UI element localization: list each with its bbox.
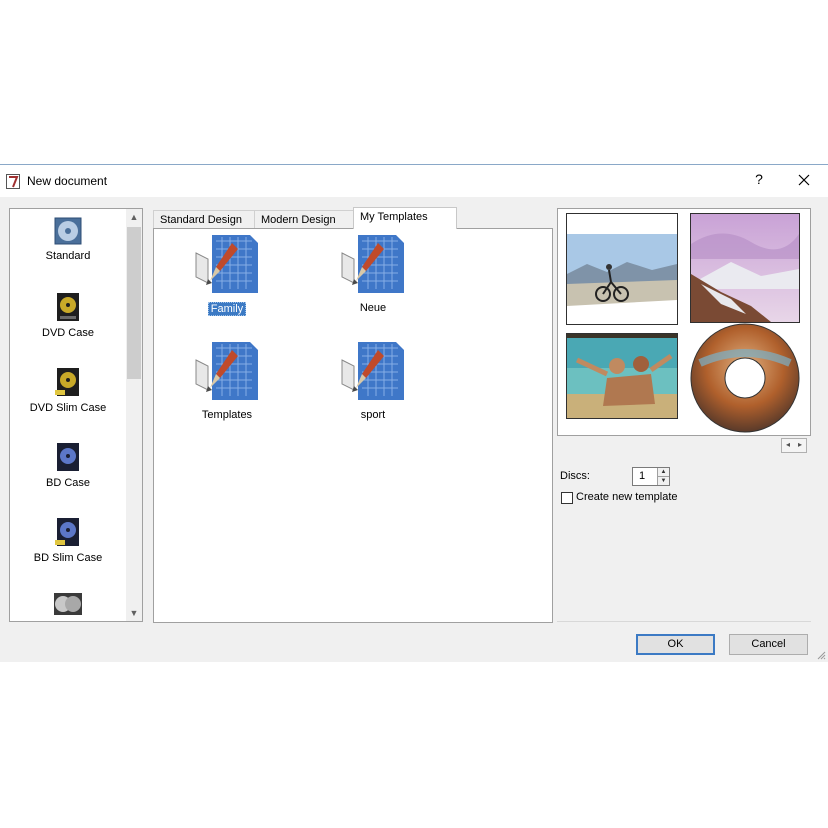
preview-thumb-mountain <box>690 213 800 323</box>
scroll-right-icon[interactable]: ▸ <box>794 440 806 449</box>
scroll-down-icon[interactable]: ▼ <box>126 605 142 621</box>
template-item-family[interactable]: Family <box>167 231 287 316</box>
type-label: BD Slim Case <box>33 552 103 564</box>
type-item-bd-slim-case[interactable]: BD Slim Case <box>10 517 126 564</box>
template-item-neue[interactable]: Neue <box>313 231 433 314</box>
cancel-button[interactable]: Cancel <box>729 634 808 655</box>
standard-disc-icon <box>54 217 82 245</box>
type-item-dvd-case[interactable]: DVD Case <box>10 292 126 339</box>
template-item-sport[interactable]: sport <box>313 338 433 421</box>
template-label: sport <box>360 409 386 421</box>
template-label: Templates <box>201 409 253 421</box>
type-item-standard[interactable]: Standard <box>10 217 126 262</box>
dvd-slim-case-icon <box>55 368 79 396</box>
scroll-left-icon[interactable]: ◂ <box>782 440 794 449</box>
preview-thumb-cyclist <box>566 213 678 325</box>
create-template-checkbox[interactable] <box>561 492 573 504</box>
spin-down-icon[interactable]: ▼ <box>657 477 669 485</box>
create-template-label: Create new template <box>576 491 678 503</box>
spin-up-icon[interactable]: ▲ <box>657 468 669 477</box>
template-icon <box>195 235 258 293</box>
resize-grip-icon[interactable] <box>816 650 826 660</box>
beach-image <box>567 334 677 418</box>
type-label: DVD Slim Case <box>29 402 107 414</box>
new-document-dialog: New document ? Standard DVD Case DVD Sli… <box>0 164 828 662</box>
scroll-up-icon[interactable]: ▲ <box>126 209 142 225</box>
help-button[interactable]: ? <box>752 171 766 187</box>
preview-scroll[interactable]: ◂ ▸ <box>781 438 807 453</box>
type-item-dvd-slim-case[interactable]: DVD Slim Case <box>10 367 126 414</box>
divider <box>557 621 811 622</box>
cyclist-image <box>567 214 677 324</box>
discs-value[interactable]: 1 <box>639 470 645 482</box>
document-type-list[interactable]: Standard DVD Case DVD Slim Case BD Case … <box>9 208 143 622</box>
bd-case-icon <box>57 443 79 471</box>
type-item-bd-case[interactable]: BD Case <box>10 442 126 489</box>
multi-disc-case-icon <box>54 593 82 615</box>
discs-label: Discs: <box>560 470 590 482</box>
preview-thumb-disc <box>690 323 800 433</box>
bd-slim-case-icon <box>55 518 79 546</box>
type-item-multi-disc[interactable] <box>10 592 126 621</box>
template-pane: Family Neue Templates sport <box>153 228 553 623</box>
mountain-image <box>691 214 799 322</box>
discs-spinner[interactable]: 1 ▲ ▼ <box>632 467 670 486</box>
template-icon <box>195 342 258 400</box>
type-list-scrollbar[interactable]: ▲ ▼ <box>126 209 142 621</box>
dvd-case-icon <box>57 293 79 321</box>
close-icon[interactable] <box>796 171 812 189</box>
ok-button[interactable]: OK <box>636 634 715 655</box>
preview-panel <box>557 208 811 436</box>
type-label: DVD Case <box>42 327 94 339</box>
template-item-templates[interactable]: Templates <box>167 338 287 421</box>
canyon-disc-image <box>690 323 800 433</box>
tab-standard-design[interactable]: Standard Design <box>153 210 255 228</box>
template-label: Family <box>207 302 247 316</box>
app-icon <box>6 174 20 189</box>
template-label: Neue <box>359 302 387 314</box>
template-icon <box>341 235 404 293</box>
type-label: Standard <box>45 250 91 262</box>
window-title: New document <box>27 174 108 188</box>
title-bar: New document ? <box>0 165 828 197</box>
type-label: BD Case <box>45 477 91 489</box>
preview-thumb-beach <box>566 333 678 419</box>
tab-modern-design[interactable]: Modern Design <box>254 210 354 228</box>
scrollbar-thumb[interactable] <box>127 227 141 379</box>
template-icon <box>341 342 404 400</box>
tab-my-templates[interactable]: My Templates <box>353 207 457 229</box>
